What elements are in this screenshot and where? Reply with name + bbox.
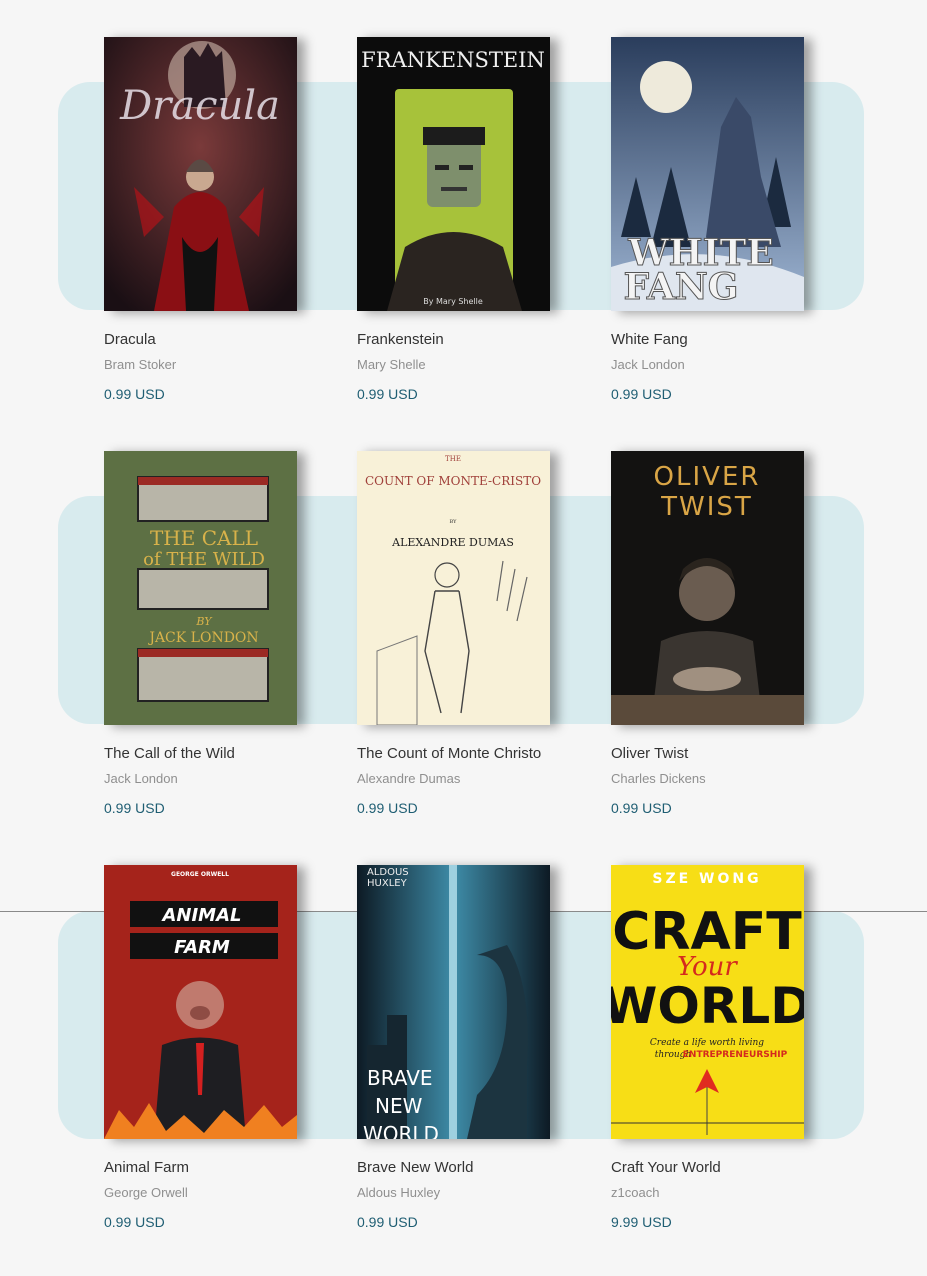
cover-text: By Mary Shelle (423, 297, 483, 306)
cover-text: COUNT OF MONTE-CRISTO (365, 474, 541, 488)
cover-text: WORLD (363, 1122, 439, 1139)
cover-text: ANIMAL (160, 905, 241, 926)
book-price: 9.99 USD (611, 1214, 672, 1230)
cover-text: GEORGE ORWELL (171, 871, 229, 878)
cover-text: OLIVER (654, 462, 761, 492)
cover-text: ALDOUS (367, 867, 409, 878)
cover-text: SZE WONG (652, 871, 761, 887)
book-card-frankenstein[interactable]: FRANKENSTEIN By Mary Shelle Frankenstein… (357, 37, 577, 404)
book-cover-call-of-the-wild[interactable]: THE CALL of THE WILD BY JACK LONDON (104, 451, 297, 725)
animal-farm-cover-art: GEORGE ORWELL ANIMAL FARM (104, 865, 297, 1139)
book-author: Alexandre Dumas (357, 771, 461, 786)
cover-text: JACK LONDON (147, 630, 258, 646)
book-card-brave-new-world[interactable]: ALDOUS HUXLEY BRAVE NEW WORLD Brave New … (357, 865, 577, 1232)
book-author: Mary Shelle (357, 357, 426, 372)
cover-text: NEW (375, 1094, 423, 1118)
cover-text: BY (450, 519, 458, 525)
monte-cristo-cover-art: THE COUNT OF MONTE-CRISTO BY ALEXANDRE D… (357, 451, 550, 725)
cover-text: Dracula (119, 83, 280, 129)
dracula-cover-art: Dracula (104, 37, 297, 311)
book-cover-white-fang[interactable]: WHITE FANG (611, 37, 804, 311)
cover-text: BRAVE (367, 1066, 433, 1090)
book-author: Aldous Huxley (357, 1185, 441, 1200)
book-cover-frankenstein[interactable]: FRANKENSTEIN By Mary Shelle (357, 37, 550, 311)
cover-text: THE CALL (150, 526, 258, 550)
book-cover-brave-new-world[interactable]: ALDOUS HUXLEY BRAVE NEW WORLD (357, 865, 550, 1139)
book-cover-craft-your-world[interactable]: SZE WONG CRAFT Your WORLD Create a life … (611, 865, 804, 1139)
book-title[interactable]: The Call of the Wild (104, 745, 324, 764)
book-price: 0.99 USD (357, 800, 418, 816)
book-cover-oliver-twist[interactable]: OLIVER TWIST (611, 451, 804, 725)
book-card-call-of-the-wild[interactable]: THE CALL of THE WILD BY JACK LONDON The … (104, 451, 324, 818)
cover-text: WORLD (611, 977, 804, 1035)
cover-text: THE (445, 455, 461, 463)
book-author: Jack London (611, 357, 685, 372)
book-card-craft-your-world[interactable]: SZE WONG CRAFT Your WORLD Create a life … (611, 865, 831, 1232)
book-card-dracula[interactable]: Dracula Dracula Bram Stoker 0.99 USD (104, 37, 324, 404)
book-author: z1coach (611, 1185, 660, 1200)
frankenstein-cover-art: FRANKENSTEIN By Mary Shelle (357, 37, 550, 311)
brave-new-world-cover-art: ALDOUS HUXLEY BRAVE NEW WORLD (357, 865, 550, 1139)
book-author: Bram Stoker (104, 357, 177, 372)
book-title[interactable]: The Count of Monte Christo (357, 745, 577, 764)
book-price: 0.99 USD (611, 386, 672, 402)
cover-text: HUXLEY (367, 878, 408, 889)
book-price: 0.99 USD (357, 386, 418, 402)
book-title[interactable]: White Fang (611, 331, 831, 350)
white-fang-cover-art: WHITE FANG (611, 37, 804, 311)
cover-text: BY (195, 615, 213, 628)
book-title[interactable]: Brave New World (357, 1159, 577, 1178)
oliver-twist-cover-art: OLIVER TWIST (611, 451, 804, 725)
book-author: Charles Dickens (611, 771, 706, 786)
book-title[interactable]: Animal Farm (104, 1159, 324, 1178)
book-price: 0.99 USD (104, 386, 165, 402)
book-cover-count-of-monte-cristo[interactable]: THE COUNT OF MONTE-CRISTO BY ALEXANDRE D… (357, 451, 550, 725)
book-price: 0.99 USD (104, 1214, 165, 1230)
book-card-count-of-monte-cristo[interactable]: THE COUNT OF MONTE-CRISTO BY ALEXANDRE D… (357, 451, 577, 818)
cover-text: ENTREPRENEURSHIP (683, 1050, 788, 1060)
book-card-white-fang[interactable]: WHITE FANG White Fang Jack London 0.99 U… (611, 37, 831, 404)
book-price: 0.99 USD (611, 800, 672, 816)
book-card-oliver-twist[interactable]: OLIVER TWIST Oliver Twist Charles Dicken… (611, 451, 831, 818)
cover-text: FANG (623, 266, 738, 308)
cover-text: ALEXANDRE DUMAS (391, 536, 514, 549)
book-author: George Orwell (104, 1185, 188, 1200)
cover-text: Create a life worth living (650, 1038, 764, 1048)
book-title[interactable]: Craft Your World (611, 1159, 831, 1178)
cover-text: FARM (174, 937, 230, 958)
cover-text: FRANKENSTEIN (361, 48, 545, 72)
cover-text: of THE WILD (143, 549, 265, 570)
book-author: Jack London (104, 771, 178, 786)
call-of-the-wild-cover-art: THE CALL of THE WILD BY JACK LONDON (104, 451, 297, 725)
book-title[interactable]: Dracula (104, 331, 324, 350)
book-title[interactable]: Oliver Twist (611, 745, 831, 764)
book-cover-dracula[interactable]: Dracula (104, 37, 297, 311)
book-card-animal-farm[interactable]: GEORGE ORWELL ANIMAL FARM Animal Farm Ge… (104, 865, 324, 1232)
book-title[interactable]: Frankenstein (357, 331, 577, 350)
book-cover-animal-farm[interactable]: GEORGE ORWELL ANIMAL FARM (104, 865, 297, 1139)
cover-text: TWIST (660, 492, 753, 522)
book-price: 0.99 USD (357, 1214, 418, 1230)
craft-your-world-cover-art: SZE WONG CRAFT Your WORLD Create a life … (611, 865, 804, 1139)
book-price: 0.99 USD (104, 800, 165, 816)
